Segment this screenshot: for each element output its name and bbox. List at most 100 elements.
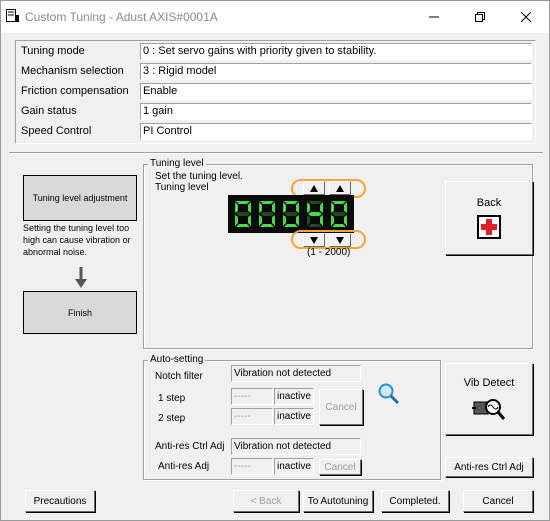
step1-value: ----- bbox=[231, 388, 273, 405]
step1-state: inactive bbox=[274, 388, 314, 405]
lcd-digit bbox=[283, 201, 299, 227]
lcd-segment bbox=[236, 212, 250, 216]
lcd-segment bbox=[284, 224, 298, 227]
info-row-tuning-mode: Tuning mode 0 : Set servo gains with pri… bbox=[20, 43, 532, 60]
notch-filter-label: Notch filter bbox=[155, 371, 203, 382]
step2-label: 2 step bbox=[158, 413, 186, 424]
lcd-segment bbox=[272, 202, 275, 213]
info-label: Friction compensation bbox=[21, 85, 129, 97]
info-value: 0 : Set servo gains with priority given … bbox=[140, 43, 532, 60]
lcd-segment bbox=[332, 201, 346, 204]
close-icon bbox=[521, 12, 531, 22]
auto-setting-group-title: Auto-setting bbox=[148, 354, 206, 365]
lcd-segment bbox=[332, 212, 346, 216]
lcd-segment bbox=[260, 201, 274, 204]
app-icon bbox=[6, 9, 19, 22]
lcd-segment bbox=[259, 215, 262, 226]
back-button[interactable]: Back bbox=[445, 181, 533, 255]
cancel-button[interactable]: Cancel bbox=[463, 490, 533, 512]
arrow-down-icon bbox=[75, 267, 87, 288]
precautions-button[interactable]: Precautions bbox=[25, 490, 95, 512]
vib-detect-button[interactable]: Vib Detect bbox=[445, 363, 533, 435]
info-row-mechanism: Mechanism selection 3 : Rigid model bbox=[20, 63, 532, 80]
lcd-segment bbox=[307, 215, 310, 226]
info-value: 3 : Rigid model bbox=[140, 63, 532, 80]
lcd-segment bbox=[248, 202, 251, 213]
vib-detect-label: Vib Detect bbox=[463, 377, 515, 389]
lcd-segment bbox=[272, 215, 275, 226]
step1-label: 1 step bbox=[158, 393, 186, 404]
step2-value: ----- bbox=[231, 408, 273, 425]
info-label: Speed Control bbox=[21, 125, 92, 137]
lcd-digit bbox=[331, 201, 347, 227]
info-row-friction: Friction compensation Enable bbox=[20, 83, 532, 100]
antires-cancel-button[interactable]: Cancel bbox=[319, 459, 361, 475]
custom-tuning-window: Custom Tuning - Adust AXIS#0001A Tuning … bbox=[0, 0, 550, 521]
tuning-warning-note: Setting the tuning level too high can ca… bbox=[23, 223, 131, 257]
increase-upper-button[interactable] bbox=[303, 181, 325, 195]
lcd-segment bbox=[344, 215, 347, 226]
lcd-segment bbox=[344, 202, 347, 213]
lcd-segment bbox=[308, 201, 322, 204]
step-finish: Finish bbox=[23, 291, 137, 334]
search-icon bbox=[378, 383, 400, 405]
decrease-upper-button[interactable] bbox=[303, 233, 325, 247]
lcd-segment bbox=[260, 224, 274, 227]
lcd-digit bbox=[307, 201, 323, 227]
triangle-up-icon bbox=[310, 184, 318, 192]
minimize-button[interactable] bbox=[411, 1, 457, 33]
divider bbox=[9, 152, 543, 154]
increase-lower-button[interactable] bbox=[329, 181, 351, 195]
info-label: Tuning mode bbox=[21, 45, 85, 57]
minimize-icon bbox=[429, 16, 439, 18]
window-title: Custom Tuning - Adust AXIS#0001A bbox=[25, 10, 218, 24]
antires-ctrl-adj-button[interactable]: Anti-res Ctrl Adj bbox=[445, 457, 533, 477]
lcd-segment bbox=[284, 201, 298, 204]
lcd-segment bbox=[331, 202, 334, 213]
restore-button[interactable] bbox=[457, 1, 503, 33]
antires-ctrl-adj-label: Anti-res Ctrl Adj bbox=[155, 441, 225, 452]
red-cross-icon bbox=[477, 215, 501, 239]
lcd-segment bbox=[331, 215, 334, 226]
step2-state: inactive bbox=[274, 408, 314, 425]
lcd-segment bbox=[308, 224, 322, 227]
lcd-segment bbox=[235, 215, 238, 226]
lcd-segment bbox=[259, 202, 262, 213]
lcd-segment bbox=[235, 202, 238, 213]
lcd-segment bbox=[284, 212, 298, 216]
info-value: 1 gain bbox=[140, 103, 532, 120]
back-button-label: Back bbox=[476, 197, 502, 209]
lcd-digit bbox=[259, 201, 275, 227]
completed-button[interactable]: Completed. bbox=[381, 490, 449, 512]
lcd-segment bbox=[296, 202, 299, 213]
to-autotuning-button[interactable]: To Autotuning bbox=[303, 490, 373, 512]
lcd-segment bbox=[260, 212, 274, 216]
tuning-level-group-title: Tuning level bbox=[148, 158, 206, 169]
triangle-up-icon bbox=[336, 184, 344, 192]
step-tuning-level-adjustment: Tuning level adjustment bbox=[23, 175, 137, 221]
magnifier-icon bbox=[472, 399, 506, 420]
lcd-segment bbox=[307, 202, 310, 213]
notch-cancel-button[interactable]: Cancel bbox=[319, 389, 363, 425]
tuning-instruction: Set the tuning level. bbox=[155, 171, 243, 182]
decrease-lower-button[interactable] bbox=[329, 233, 351, 247]
back-step-button[interactable]: < Back bbox=[233, 490, 299, 512]
lcd-segment bbox=[283, 215, 286, 226]
lcd-digit bbox=[235, 201, 251, 227]
info-value: Enable bbox=[140, 83, 532, 100]
tuning-level-display bbox=[228, 195, 354, 233]
antires-value: ----- bbox=[231, 458, 273, 475]
lcd-segment bbox=[236, 201, 250, 204]
triangle-down-icon bbox=[310, 236, 318, 244]
info-row-gain-status: Gain status 1 gain bbox=[20, 103, 532, 120]
tuning-level-range: (1 - 2000) bbox=[307, 247, 351, 258]
lcd-segment bbox=[332, 224, 346, 227]
lcd-segment bbox=[320, 215, 323, 226]
lcd-segment bbox=[296, 215, 299, 226]
lcd-segment bbox=[308, 212, 322, 216]
lcd-segment bbox=[320, 202, 323, 213]
notch-filter-status: Vibration not detected bbox=[231, 365, 361, 382]
lcd-segment bbox=[248, 215, 251, 226]
info-label: Gain status bbox=[21, 105, 77, 117]
close-button[interactable] bbox=[503, 1, 549, 33]
